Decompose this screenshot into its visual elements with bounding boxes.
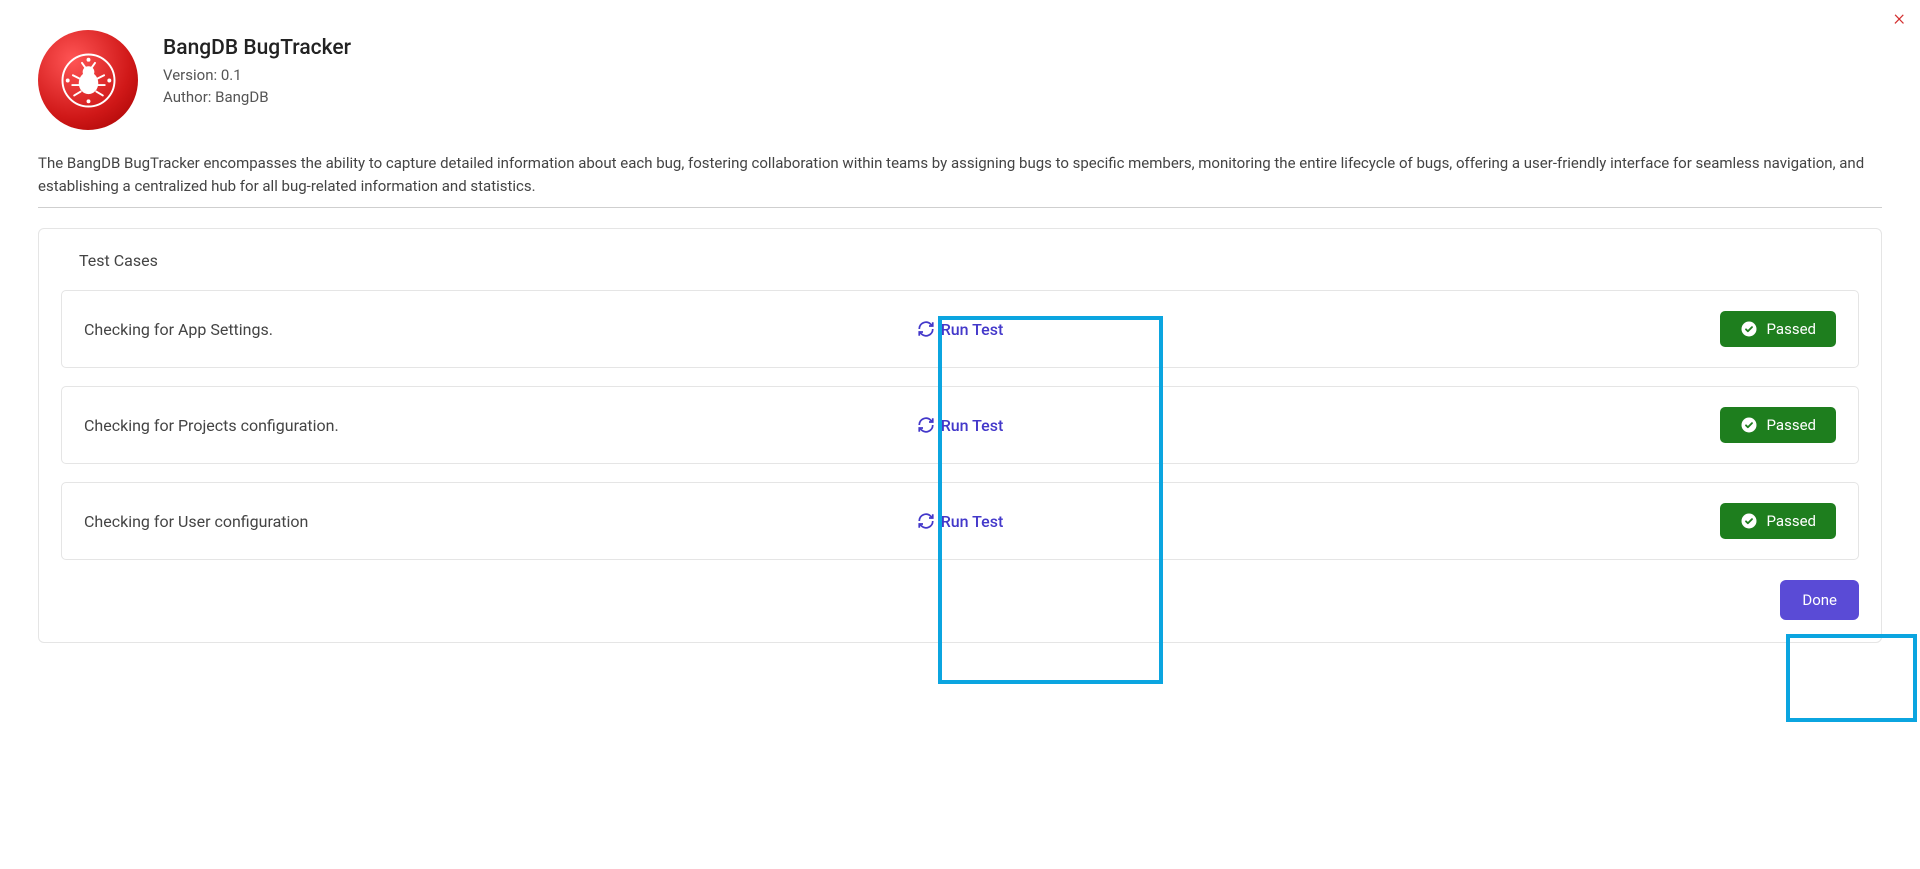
check-circle-icon (1740, 416, 1758, 434)
test-cases-panel: Test Cases Checking for App Settings. Ru… (38, 228, 1882, 643)
run-test-button[interactable]: Run Test (917, 512, 1004, 531)
divider (38, 207, 1882, 208)
header-info: BangDB BugTracker Version: 0.1 Author: B… (163, 30, 351, 110)
run-test-label: Run Test (941, 512, 1004, 531)
refresh-icon (917, 416, 935, 434)
done-row: Done (61, 578, 1859, 620)
status-badge: Passed (1720, 407, 1836, 443)
test-name: Checking for App Settings. (84, 320, 917, 339)
run-test-label: Run Test (941, 320, 1004, 339)
done-button[interactable]: Done (1780, 580, 1859, 620)
close-icon: × (1893, 6, 1905, 31)
status-badge: Passed (1720, 311, 1836, 347)
author-text: Author: BangDB (163, 88, 351, 106)
main-container: BangDB BugTracker Version: 0.1 Author: B… (0, 0, 1920, 643)
status-label: Passed (1767, 320, 1816, 338)
run-test-button[interactable]: Run Test (917, 416, 1004, 435)
test-row: Checking for App Settings. Run Test Pass… (61, 290, 1859, 368)
status-label: Passed (1767, 416, 1816, 434)
status-badge: Passed (1720, 503, 1836, 539)
version-text: Version: 0.1 (163, 66, 351, 84)
check-circle-icon (1740, 512, 1758, 530)
highlight-done-annotation (1786, 634, 1917, 722)
run-test-label: Run Test (941, 416, 1004, 435)
run-test-button[interactable]: Run Test (917, 320, 1004, 339)
status-col: Passed (1003, 503, 1836, 539)
test-row: Checking for Projects configuration. Run… (61, 386, 1859, 464)
status-col: Passed (1003, 311, 1836, 347)
app-title: BangDB BugTracker (163, 36, 351, 60)
app-description: The BangDB BugTracker encompasses the ab… (38, 152, 1882, 197)
test-name: Checking for User configuration (84, 512, 917, 531)
panel-title: Test Cases (79, 251, 1859, 270)
header: BangDB BugTracker Version: 0.1 Author: B… (38, 30, 1882, 130)
check-circle-icon (1740, 320, 1758, 338)
refresh-icon (917, 320, 935, 338)
test-row: Checking for User configuration Run Test… (61, 482, 1859, 560)
app-icon (38, 30, 138, 130)
test-name: Checking for Projects configuration. (84, 416, 917, 435)
status-label: Passed (1767, 512, 1816, 530)
bug-icon (56, 48, 121, 113)
status-col: Passed (1003, 407, 1836, 443)
refresh-icon (917, 512, 935, 530)
close-button[interactable]: × (1893, 8, 1905, 30)
